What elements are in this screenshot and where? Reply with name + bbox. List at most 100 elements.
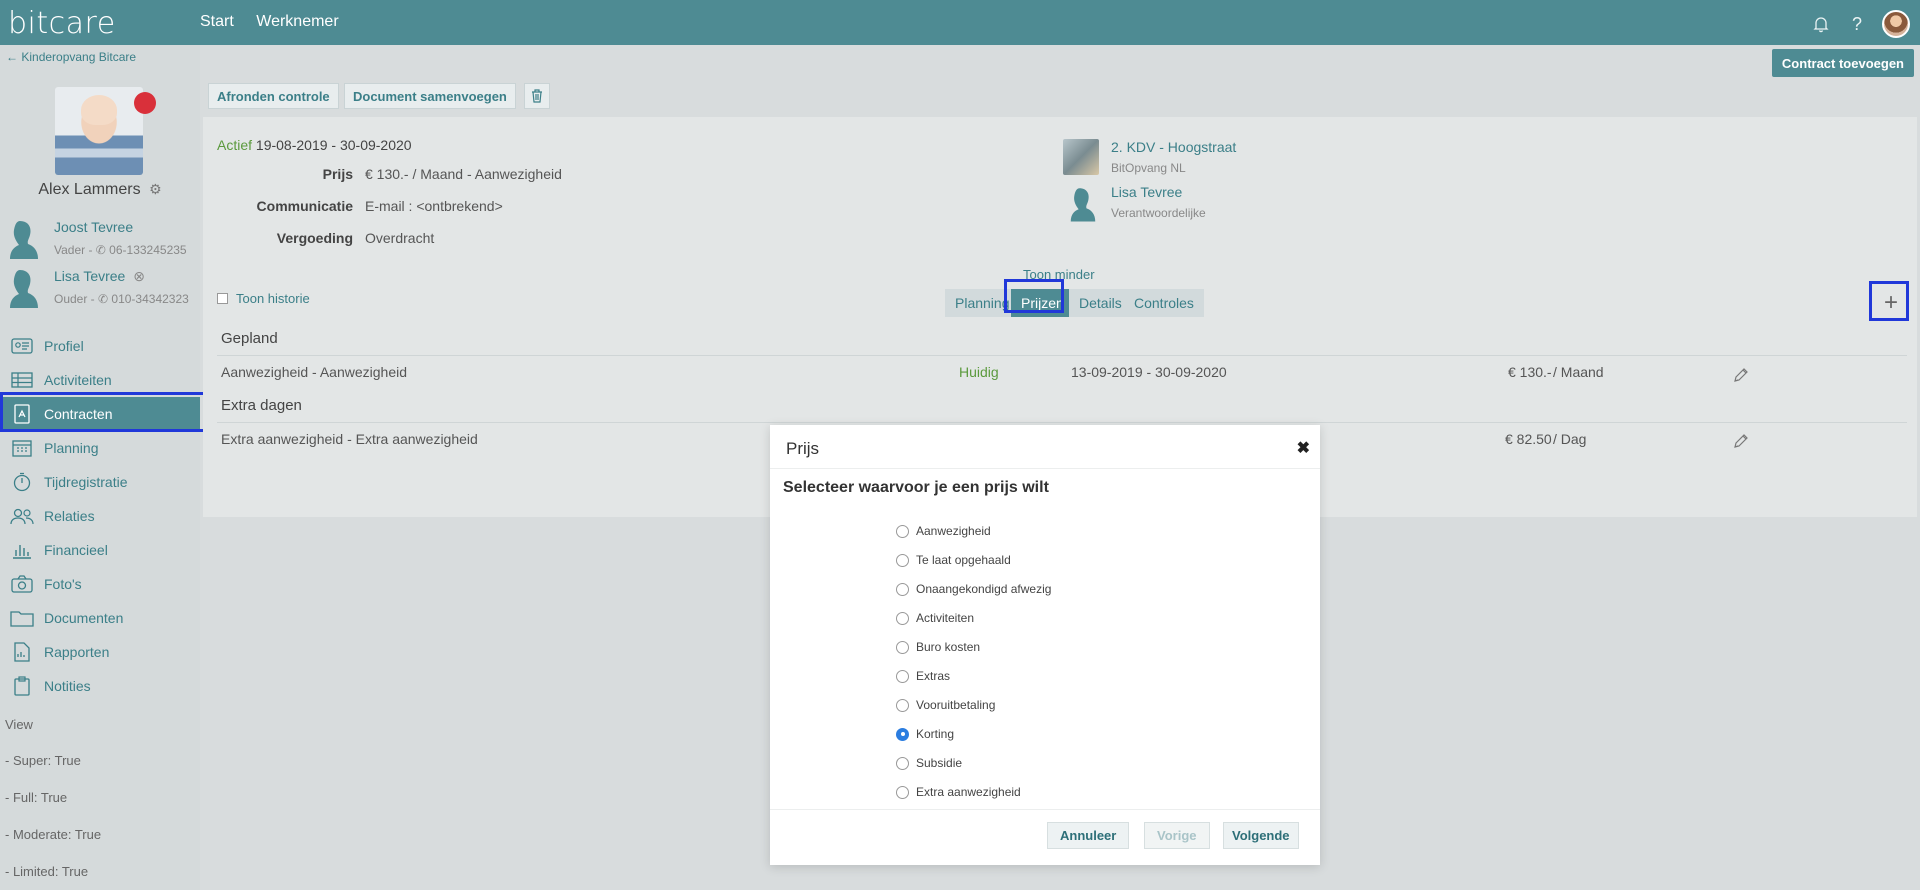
option-label: Extras	[916, 669, 951, 683]
option-vooruitbetaling[interactable]: Vooruitbetaling	[896, 696, 995, 714]
option-aanwezigheid[interactable]: Aanwezigheid	[896, 522, 991, 540]
sidebar-item-planning[interactable]: Planning	[0, 431, 200, 465]
clipboard-icon	[10, 676, 34, 696]
id-card-icon	[10, 336, 34, 356]
option-te-laat-opgehaald[interactable]: Te laat opgehaald	[896, 551, 1011, 569]
sidebar-item-financieel[interactable]: Financieel	[0, 533, 200, 567]
option-onaangekondigd-afwezig[interactable]: Onaangekondigd afwezig	[896, 580, 1051, 598]
price-unit: / Dag	[1553, 431, 1587, 447]
price-name: Aanwezigheid - Aanwezigheid	[221, 364, 408, 380]
show-less-link[interactable]: Toon minder	[1023, 267, 1095, 282]
add-contract-button[interactable]: Contract toevoegen	[1771, 49, 1914, 77]
person-silhouette-icon	[1070, 188, 1096, 222]
radio-button[interactable]	[896, 785, 909, 799]
contract-period: 19-08-2019 - 30-09-2020	[255, 137, 412, 153]
sidebar-item-relaties[interactable]: Relaties	[0, 499, 200, 533]
option-subsidie[interactable]: Subsidie	[896, 754, 962, 772]
history-checkbox[interactable]	[217, 293, 228, 304]
pencil-icon[interactable]	[1733, 433, 1749, 449]
radio-button[interactable]	[896, 553, 909, 567]
option-label: Subsidie	[916, 756, 963, 770]
location-name[interactable]: 2. KDV - Hoogstraat	[1111, 139, 1236, 155]
field-key: Vergoeding	[276, 230, 353, 246]
sidebar-item-label: Rapporten	[44, 644, 110, 660]
trash-button[interactable]	[524, 83, 550, 109]
permission-item: - Super: True	[5, 753, 81, 768]
sidebar-item-tijdregistratie[interactable]: Tijdregistratie	[0, 465, 200, 499]
divider	[217, 355, 1907, 356]
section-gepland: Gepland	[221, 330, 278, 347]
radio-button[interactable]	[896, 669, 909, 683]
tab-prijzen[interactable]: Prijzen	[1011, 289, 1074, 317]
sidebar-item-label: Financieel	[44, 542, 108, 558]
show-history-toggle[interactable]: Toon historie	[217, 291, 310, 306]
nav-start[interactable]: Start	[200, 13, 234, 30]
price-status: Huidig	[959, 364, 999, 380]
remove-icon[interactable]: ⊗	[133, 268, 145, 284]
sidebar-item-contracten[interactable]: Contracten	[0, 397, 200, 431]
option-activiteiten[interactable]: Activiteiten	[896, 609, 974, 627]
sidebar-item-label: Relaties	[44, 508, 95, 524]
option-label: Vooruitbetaling	[916, 698, 996, 712]
sidebar-item-label: Foto's	[44, 576, 82, 592]
parent-name[interactable]: Lisa Tevree ⊗	[54, 268, 145, 285]
radio-button[interactable]	[896, 582, 909, 596]
option-korting[interactable]: Korting	[896, 725, 954, 743]
tab-controles[interactable]: Controles	[1124, 289, 1204, 317]
next-button[interactable]: Volgende	[1223, 822, 1299, 849]
help-icon[interactable]: ?	[1846, 13, 1868, 35]
finish-check-button[interactable]: Afronden controle	[208, 83, 339, 109]
sidebar-item-activiteiten[interactable]: Activiteiten	[0, 363, 200, 397]
merge-document-button[interactable]: Document samenvoegen	[344, 83, 516, 109]
pencil-icon[interactable]	[1733, 367, 1749, 383]
option-extra-aanwezigheid[interactable]: Extra aanwezigheid	[896, 783, 1021, 801]
option-label: Aanwezigheid	[916, 524, 991, 538]
parent-name[interactable]: Joost Tevree	[54, 219, 133, 235]
nav-werknemer[interactable]: Werknemer	[256, 13, 338, 30]
user-avatar[interactable]	[1882, 10, 1910, 38]
radio-button[interactable]	[896, 698, 909, 712]
radio-button[interactable]	[896, 524, 909, 538]
tab-details[interactable]: Details	[1069, 289, 1132, 317]
sidebar-item-label: Documenten	[44, 610, 124, 626]
sidebar-item-fotos[interactable]: Foto's	[0, 567, 200, 601]
sidebar: ← Kinderopvang Bitcare Alex Lammers ⚙ Jo…	[0, 45, 210, 890]
sidebar-item-notities[interactable]: Notities	[0, 669, 200, 703]
bell-icon[interactable]	[1810, 13, 1832, 35]
sidebar-item-rapporten[interactable]: Rapporten	[0, 635, 200, 669]
radio-button[interactable]	[896, 756, 909, 770]
close-icon[interactable]: ✖	[1297, 438, 1310, 458]
back-link[interactable]: ← Kinderopvang Bitcare	[6, 50, 136, 64]
permissions-heading: View	[5, 717, 33, 732]
sidebar-item-profiel[interactable]: Profiel	[0, 329, 200, 363]
option-label: Onaangekondigd afwezig	[916, 582, 1052, 596]
child-name: Alex Lammers ⚙	[0, 181, 200, 199]
child-photo[interactable]	[55, 87, 143, 175]
previous-button[interactable]: Vorige	[1144, 822, 1210, 849]
price-amount: € 130.-	[1508, 364, 1552, 380]
option-extras[interactable]: Extras	[896, 667, 950, 685]
top-nav: Start Werknemer	[200, 13, 357, 31]
option-buro-kosten[interactable]: Buro kosten	[896, 638, 980, 656]
sidebar-item-documenten[interactable]: Documenten	[0, 601, 200, 635]
back-link-label: Kinderopvang Bitcare	[21, 50, 137, 64]
section-extra-dagen: Extra dagen	[221, 397, 302, 414]
child-name-label: Alex Lammers	[38, 181, 141, 198]
bitcare-logo[interactable]: bitcare	[8, 6, 116, 41]
gear-icon[interactable]: ⚙	[149, 181, 162, 197]
radio-button-checked[interactable]	[896, 727, 909, 741]
add-price-button[interactable]: +	[1875, 287, 1907, 319]
sidebar-nav: Profiel Activiteiten Contracten Planning…	[0, 329, 200, 703]
tab-planning[interactable]: Planning	[945, 289, 1020, 317]
field-key: Prijs	[322, 166, 353, 182]
responsible-name[interactable]: Lisa Tevree	[1111, 184, 1182, 200]
permission-item: - Full: True	[5, 790, 68, 805]
cancel-button[interactable]: Annuleer	[1047, 822, 1130, 849]
radio-button[interactable]	[896, 640, 909, 654]
radio-button[interactable]	[896, 611, 909, 625]
status-label: Actief	[217, 137, 253, 153]
parent-name-label: Lisa Tevree	[54, 268, 126, 284]
location-thumbnail	[1063, 139, 1099, 175]
divider	[770, 468, 1320, 469]
option-label: Activiteiten	[916, 611, 975, 625]
